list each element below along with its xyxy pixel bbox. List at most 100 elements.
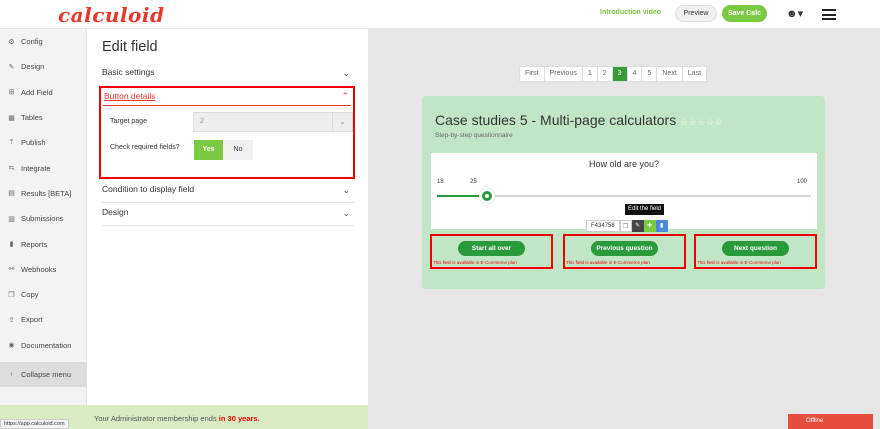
condition-accordion[interactable]: Condition to display field ⌄ bbox=[102, 184, 354, 199]
preview-button[interactable]: Preview bbox=[675, 5, 717, 22]
plan-notice: This field is available in E-Commerce pl… bbox=[433, 260, 517, 265]
sidebar-item-publish[interactable]: ⤒ Publish bbox=[0, 130, 86, 155]
membership-text: Your Administrator membership ends in 30… bbox=[94, 414, 260, 423]
membership-text-highlight: in 30 years. bbox=[218, 414, 260, 423]
divider bbox=[102, 225, 354, 226]
sidebar-item-label: Design bbox=[21, 62, 45, 72]
sidebar-item-label: Documentation bbox=[21, 340, 72, 350]
page-link-3[interactable]: 3 bbox=[612, 67, 628, 81]
brush-icon: ✎ bbox=[8, 63, 15, 71]
document-icon[interactable]: ▮ bbox=[655, 220, 668, 232]
hamburger-menu-icon[interactable] bbox=[822, 9, 836, 20]
sidebar-item-label: Results [BETA] bbox=[21, 188, 72, 198]
slider-handle[interactable] bbox=[478, 188, 495, 204]
sidebar-item-label: Integrate bbox=[21, 163, 51, 173]
question-field[interactable]: How old are you? 18 25 100 bbox=[431, 153, 817, 229]
copy-field-icon[interactable]: ❐ bbox=[619, 220, 632, 232]
slider-max-label: 100 bbox=[797, 179, 808, 185]
sidebar-item-integrate[interactable]: ⇆ Integrate bbox=[0, 155, 86, 180]
webhooks-icon: ⚯ bbox=[8, 266, 15, 274]
target-page-label: Target page bbox=[110, 118, 147, 125]
copy-icon: ❐ bbox=[8, 291, 15, 299]
sidebar-item-design[interactable]: ✎ Design bbox=[0, 54, 86, 79]
edit-field-icon[interactable]: ✎ bbox=[631, 220, 644, 232]
status-url: https://app.calculoid.com bbox=[0, 419, 69, 429]
check-required-no-toggle[interactable]: No bbox=[223, 140, 253, 160]
page-link-next[interactable]: Next bbox=[657, 67, 683, 81]
divider bbox=[103, 105, 351, 106]
target-page-select[interactable]: 2 ⌄ bbox=[193, 112, 353, 132]
publish-icon: ⤒ bbox=[9, 138, 14, 146]
sidebar-item-label: Export bbox=[21, 315, 43, 325]
sidebar-item-label: Publish bbox=[21, 138, 46, 148]
integrate-icon: ⇆ bbox=[8, 165, 15, 173]
logo[interactable]: calculoid bbox=[58, 3, 164, 27]
sidebar-item-config[interactable]: ⚙ Config bbox=[0, 29, 86, 54]
page-link-2[interactable]: 2 bbox=[598, 67, 613, 81]
membership-text-start: Your Administrator membership ends bbox=[94, 414, 219, 423]
sidebar-item-documentation[interactable]: ◉ Documentation bbox=[0, 333, 86, 358]
move-field-icon[interactable]: ✚ bbox=[643, 220, 656, 232]
button-details-section: Button details ⌃ Target page 2 ⌄ Check r… bbox=[99, 86, 355, 179]
sidebar-item-label: Config bbox=[21, 37, 43, 47]
documentation-icon: ◉ bbox=[8, 342, 15, 350]
page-link-1[interactable]: 1 bbox=[583, 67, 598, 81]
page-link-last[interactable]: Last bbox=[683, 67, 706, 81]
start-all-over-button[interactable]: Start all over bbox=[458, 241, 525, 256]
sidebar-item-label: Submissions bbox=[21, 214, 64, 224]
sidebar-item-submissions[interactable]: ▥ Submissions bbox=[0, 206, 86, 231]
sidebar-item-export[interactable]: ⇪ Export bbox=[0, 307, 86, 332]
introduction-video-link[interactable]: Introduction video bbox=[600, 9, 661, 16]
edit-field-panel: Edit field Basic settings ⌄ Button detai… bbox=[87, 29, 368, 405]
calculator-title-text: Case studies 5 - Multi-page calculators bbox=[435, 112, 677, 128]
chevron-down-icon: ⌄ bbox=[342, 208, 350, 218]
sidebar-item-label: Add Field bbox=[21, 87, 53, 97]
next-question-button[interactable]: Next question bbox=[722, 241, 789, 256]
edit-field-tooltip: Edit the field bbox=[625, 204, 665, 215]
sidebar-item-tables[interactable]: ▦ Tables bbox=[0, 105, 86, 130]
page-link-previous[interactable]: Previous bbox=[545, 67, 583, 81]
save-calc-button[interactable]: Save Calc bbox=[722, 5, 767, 22]
rating-stars-icon[interactable]: ☆☆☆☆☆ bbox=[680, 117, 723, 127]
plan-notice: This field is available in E-Commerce pl… bbox=[697, 260, 781, 265]
start-all-over-field[interactable]: Start all over This field is available i… bbox=[430, 234, 553, 269]
sidebar-item-copy[interactable]: ❐ Copy bbox=[0, 282, 86, 307]
sidebar-item-label: Copy bbox=[21, 290, 39, 300]
sidebar-item-results-beta[interactable]: ▤ Results [BETA] bbox=[0, 181, 86, 206]
chevron-left-icon: ‹ bbox=[10, 371, 13, 378]
previous-question-field[interactable]: Previous question This field is availabl… bbox=[563, 234, 686, 269]
sidebar-item-add-field[interactable]: ⊞ Add Field bbox=[0, 80, 86, 105]
check-required-yes-toggle[interactable]: Yes bbox=[194, 140, 223, 160]
page-link-5[interactable]: 5 bbox=[642, 67, 658, 81]
page-navigation: First Previous 1 2 3 4 5 Next Last bbox=[519, 66, 708, 82]
submissions-icon: ▥ bbox=[8, 215, 15, 223]
sidebar-item-label: Webhooks bbox=[21, 264, 57, 274]
collapse-menu-label: Collapse menu bbox=[21, 370, 72, 379]
design-accordion[interactable]: Design ⌄ bbox=[102, 207, 354, 222]
target-page-value: 2 bbox=[200, 118, 204, 125]
collapse-menu-button[interactable]: ‹ Collapse menu bbox=[0, 361, 86, 388]
sidebar-item-reports[interactable]: ▮ Reports bbox=[0, 231, 86, 256]
basic-settings-accordion[interactable]: Basic settings ⌄ bbox=[102, 67, 354, 82]
check-required-label: Check required fields? bbox=[110, 144, 180, 151]
export-icon: ⇪ bbox=[8, 316, 15, 324]
divider bbox=[102, 202, 354, 203]
chevron-up-icon[interactable]: ⌃ bbox=[341, 91, 349, 102]
sidebar-item-label: Reports bbox=[21, 239, 48, 249]
button-details-accordion[interactable]: Button details bbox=[104, 91, 156, 101]
page-link-first[interactable]: First bbox=[520, 67, 545, 81]
offline-status-badge[interactable]: Offline bbox=[788, 414, 873, 429]
results-icon: ▤ bbox=[8, 190, 15, 198]
condition-label: Condition to display field bbox=[102, 184, 195, 194]
user-avatar-icon[interactable]: ☻▾ bbox=[786, 7, 805, 21]
basic-settings-label: Basic settings bbox=[102, 67, 155, 77]
next-question-field[interactable]: Next question This field is available in… bbox=[694, 234, 817, 269]
calculator-title: Case studies 5 - Multi-page calculators … bbox=[435, 112, 723, 128]
page-link-4[interactable]: 4 bbox=[628, 67, 643, 81]
question-label: How old are you? bbox=[588, 159, 660, 169]
field-id: F434758 bbox=[586, 220, 620, 232]
sidebar-item-webhooks[interactable]: ⚯ Webhooks bbox=[0, 257, 86, 282]
gear-icon: ⚙ bbox=[8, 38, 15, 46]
previous-question-button[interactable]: Previous question bbox=[591, 241, 658, 256]
sidebar-item-label: Tables bbox=[21, 113, 43, 123]
